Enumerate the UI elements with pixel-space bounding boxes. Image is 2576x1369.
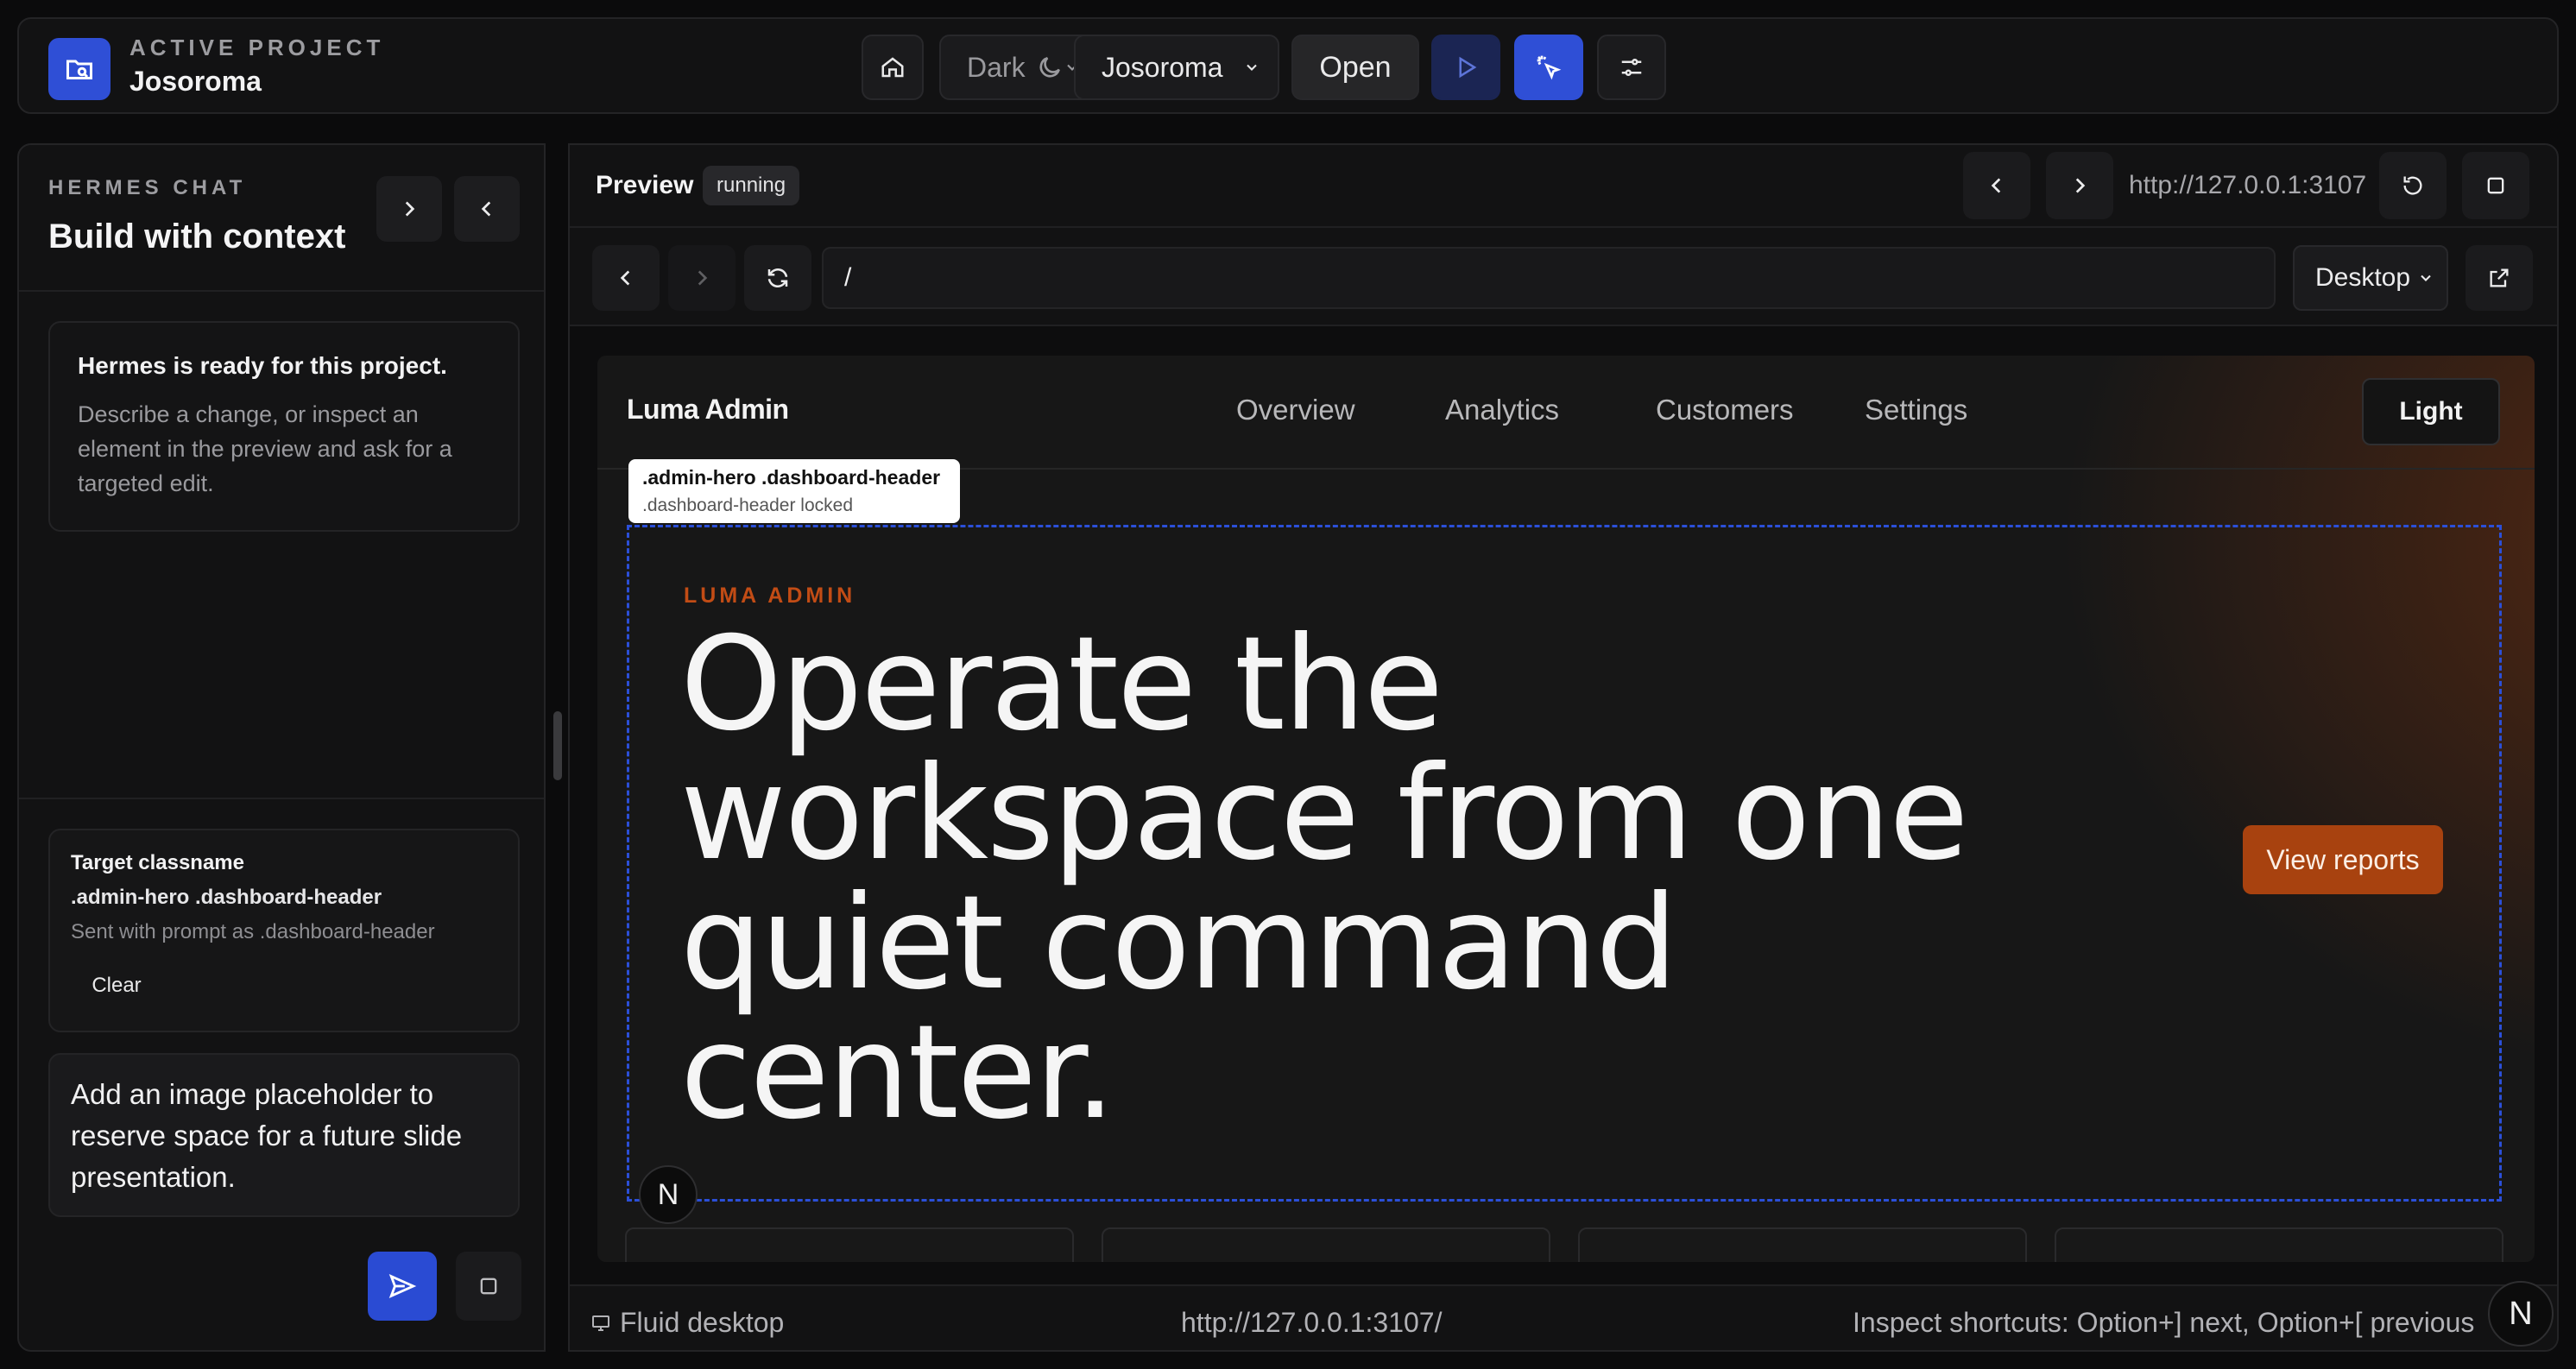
view-reports-button[interactable]: View reports	[2243, 825, 2443, 894]
chevron-down-icon	[2417, 269, 2434, 287]
divider	[19, 798, 544, 799]
settings-sliders-button[interactable]	[1597, 35, 1666, 100]
inspect-cursor-button[interactable]	[1514, 35, 1583, 100]
inspect-shortcuts-hint: Inspect shortcuts: Option+] next, Option…	[1853, 1307, 2475, 1338]
open-button[interactable]: Open	[1291, 35, 1419, 100]
project-name: Josoroma	[129, 66, 262, 97]
prompt-text[interactable]: Add an image placeholder to reserve spac…	[71, 1074, 494, 1198]
theme-select-value: Dark	[967, 51, 1026, 83]
ready-title: Hermes is ready for this project.	[78, 352, 447, 379]
status-badge: running	[703, 166, 800, 205]
moon-icon	[1036, 54, 1064, 81]
ready-description: Describe a change, or inspect an element…	[78, 401, 452, 496]
framework-badge[interactable]: N	[639, 1165, 698, 1224]
preview-viewport: Luma Admin Overview Analytics Customers …	[570, 326, 2557, 1284]
nav-link-overview[interactable]: Overview	[1236, 394, 1355, 426]
viewport-mode: Fluid desktop	[590, 1307, 784, 1339]
status-bar: Fluid desktop http://127.0.0.1:3107/ Ins…	[570, 1284, 2557, 1350]
chevron-down-icon	[1243, 59, 1260, 76]
panel-resize-handle[interactable]	[553, 711, 562, 780]
open-external-button[interactable]	[2466, 245, 2533, 311]
site-brand[interactable]: Luma Admin	[627, 394, 789, 426]
stop-preview-button[interactable]	[2462, 152, 2529, 219]
reload-button[interactable]	[744, 245, 811, 311]
stat-card	[625, 1227, 1074, 1262]
site-frame: Luma Admin Overview Analytics Customers …	[597, 356, 2535, 1262]
nav-link-customers[interactable]: Customers	[1656, 394, 1794, 426]
divider	[19, 290, 544, 292]
nav-link-analytics[interactable]: Analytics	[1445, 394, 1559, 426]
device-select-value: Desktop	[2315, 263, 2411, 292]
status-url: http://127.0.0.1:3107/	[1181, 1307, 1443, 1338]
device-select[interactable]: Desktop	[2293, 245, 2448, 311]
stat-card	[1578, 1227, 2027, 1262]
light-theme-button[interactable]: Light	[2362, 378, 2500, 445]
ready-card: Hermes is ready for this project. Descri…	[48, 321, 520, 532]
monitor-icon	[590, 1313, 611, 1334]
collapse-panel-button[interactable]	[454, 176, 520, 242]
server-url[interactable]: http://127.0.0.1:3107	[2129, 171, 2366, 200]
history-back-button[interactable]	[1963, 152, 2030, 219]
inspect-tooltip: .admin-hero .dashboard-header .dashboard…	[628, 459, 960, 523]
restart-button[interactable]	[2379, 152, 2447, 219]
home-button[interactable]	[862, 35, 924, 100]
tooltip-subtitle: .dashboard-header locked	[642, 495, 854, 515]
hero-kicker: LUMA ADMIN	[684, 584, 856, 608]
divider	[570, 226, 2557, 228]
expand-panel-button[interactable]	[376, 176, 442, 242]
nav-forward-button[interactable]	[668, 245, 736, 311]
project-kicker: ACTIVE PROJECT	[129, 35, 385, 60]
clear-target-button[interactable]: Clear	[71, 962, 162, 1010]
address-input[interactable]: /	[822, 247, 2276, 309]
send-button[interactable]	[368, 1252, 437, 1321]
history-forward-button[interactable]	[2046, 152, 2113, 219]
target-classname: .admin-hero .dashboard-header	[71, 886, 382, 909]
prompt-input[interactable]: Add an image placeholder to reserve spac…	[48, 1053, 520, 1217]
top-bar: ACTIVE PROJECT Josoroma Dark Josoroma Op…	[17, 17, 2559, 114]
preview-title: Preview	[596, 171, 694, 199]
viewport-mode-label: Fluid desktop	[620, 1307, 785, 1338]
target-note: Sent with prompt as .dashboard-header	[71, 920, 435, 943]
preview-panel: Preview running http://127.0.0.1:3107 / …	[568, 143, 2559, 1352]
chat-title: Build with context	[48, 218, 346, 256]
nav-link-settings[interactable]: Settings	[1865, 394, 1967, 426]
chat-kicker: HERMES CHAT	[48, 176, 247, 199]
framework-badge[interactable]: N	[2488, 1281, 2554, 1347]
project-select-value: Josoroma	[1102, 51, 1223, 83]
stat-card	[1102, 1227, 1550, 1262]
nav-back-button[interactable]	[592, 245, 660, 311]
stop-button[interactable]	[456, 1252, 521, 1321]
tooltip-title: .admin-hero .dashboard-header	[642, 466, 941, 489]
stat-card	[2055, 1227, 2503, 1262]
hero-title: Operate the workspace from one quiet com…	[680, 609, 1969, 1148]
folder-icon[interactable]	[48, 38, 110, 100]
run-button[interactable]	[1431, 35, 1500, 100]
target-label: Target classname	[71, 851, 244, 874]
chat-panel: HERMES CHAT Build with context Hermes is…	[17, 143, 546, 1352]
target-classname-card: Target classname .admin-hero .dashboard-…	[48, 829, 520, 1032]
project-select[interactable]: Josoroma	[1074, 35, 1279, 100]
